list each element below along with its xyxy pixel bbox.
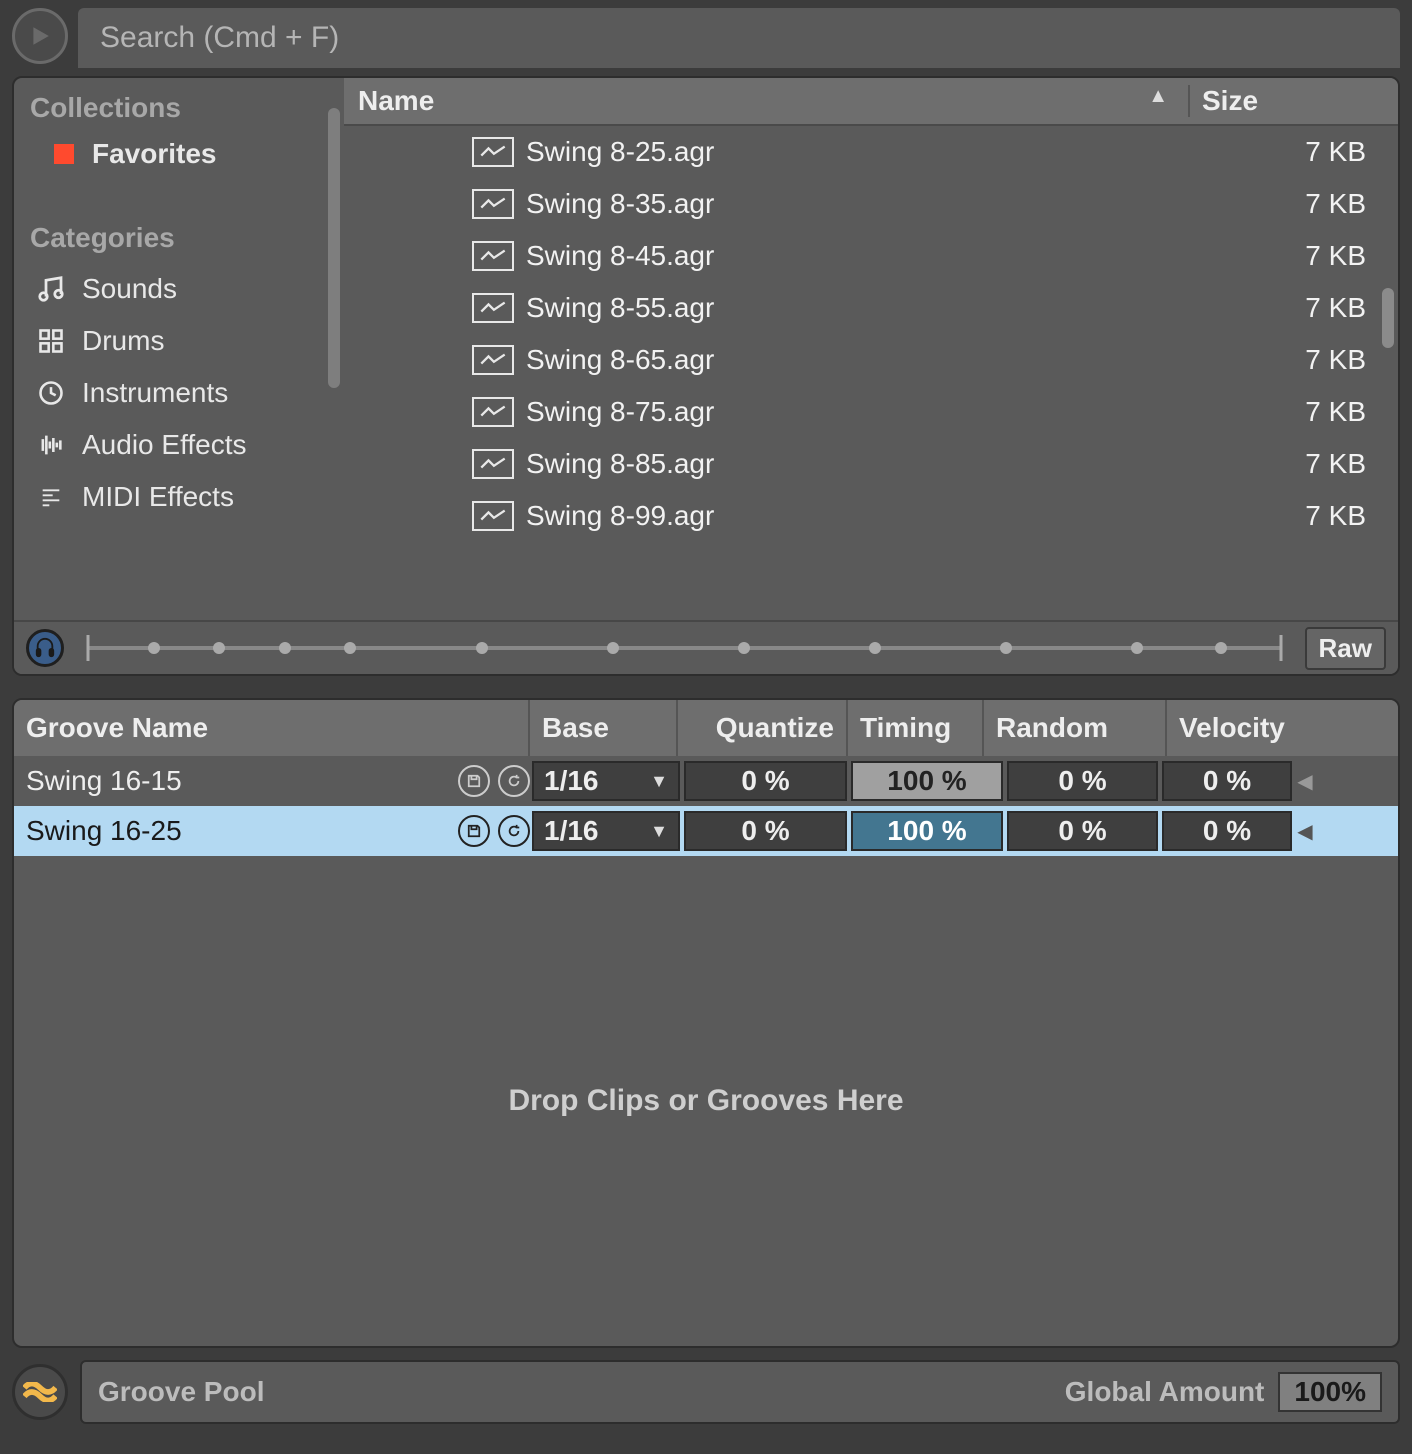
preview-play-button[interactable] — [12, 8, 68, 64]
groove-row[interactable]: Swing 16-151/160 %100 %0 %0 %◀ — [14, 756, 1398, 806]
raw-toggle[interactable]: Raw — [1305, 627, 1386, 670]
groove-timing-value[interactable]: 100 % — [851, 811, 1003, 851]
file-name: Swing 8-35.agr — [526, 188, 1218, 220]
groove-file-icon — [472, 501, 514, 531]
file-size: 7 KB — [1218, 136, 1398, 168]
file-size: 7 KB — [1218, 188, 1398, 220]
groove-random-value[interactable]: 0 % — [1007, 811, 1158, 851]
preview-bar: Raw — [14, 620, 1398, 674]
file-size: 7 KB — [1218, 448, 1398, 480]
browser-sidebar: Collections Favorites Categories Sounds — [14, 78, 344, 620]
groove-pool-title: Groove Pool — [98, 1376, 264, 1408]
groove-col-base[interactable]: Base — [530, 700, 678, 756]
file-row[interactable]: Swing 8-35.agr7 KB — [344, 178, 1398, 230]
filelist-scrollbar[interactable] — [1382, 288, 1394, 348]
global-amount-value[interactable]: 100% — [1278, 1372, 1382, 1412]
groove-file-icon — [472, 241, 514, 271]
groove-col-quantize[interactable]: Quantize — [678, 700, 848, 756]
groove-pool-toggle[interactable] — [12, 1364, 68, 1420]
groove-file-icon — [472, 397, 514, 427]
file-size: 7 KB — [1218, 292, 1398, 324]
file-name: Swing 8-45.agr — [526, 240, 1218, 272]
groove-base-select[interactable]: 1/16 — [532, 761, 680, 801]
file-row[interactable]: Swing 8-65.agr7 KB — [344, 334, 1398, 386]
groove-col-velocity[interactable]: Velocity — [1167, 700, 1321, 756]
file-row[interactable]: Swing 8-75.agr7 KB — [344, 386, 1398, 438]
clock-icon — [34, 376, 68, 410]
column-name-header[interactable]: Name — [344, 85, 1188, 117]
global-amount-label: Global Amount — [1065, 1376, 1265, 1408]
favorites-label: Favorites — [92, 138, 217, 170]
collection-favorites[interactable]: Favorites — [30, 130, 344, 178]
groove-row[interactable]: Swing 16-251/160 %100 %0 %0 %◀ — [14, 806, 1398, 856]
waveform-icon — [34, 428, 68, 462]
category-sounds[interactable]: Sounds — [30, 266, 344, 312]
groove-col-timing[interactable]: Timing — [848, 700, 984, 756]
groove-file-icon — [472, 189, 514, 219]
groove-name: Swing 16-25 — [26, 815, 450, 847]
groove-file-icon — [472, 345, 514, 375]
preview-headphones-button[interactable] — [26, 629, 64, 667]
browser-panel: Collections Favorites Categories Sounds — [12, 76, 1400, 676]
search-input[interactable] — [78, 8, 1400, 68]
preview-scrubber[interactable] — [88, 646, 1281, 650]
row-expand-arrow[interactable]: ◀ — [1292, 769, 1318, 794]
groove-col-random[interactable]: Random — [984, 700, 1167, 756]
category-midi-effects[interactable]: MIDI Effects — [30, 474, 344, 520]
file-row[interactable]: Swing 8-99.agr7 KB — [344, 490, 1398, 542]
category-label: Instruments — [82, 377, 228, 409]
category-audio-effects[interactable]: Audio Effects — [30, 422, 344, 468]
groove-base-select[interactable]: 1/16 — [532, 811, 680, 851]
groove-drop-zone[interactable]: Drop Clips or Grooves Here — [14, 856, 1398, 1346]
column-size-header[interactable]: Size — [1188, 85, 1368, 117]
groove-file-icon — [472, 137, 514, 167]
file-row[interactable]: Swing 8-85.agr7 KB — [344, 438, 1398, 490]
file-name: Swing 8-65.agr — [526, 344, 1218, 376]
file-row[interactable]: Swing 8-55.agr7 KB — [344, 282, 1398, 334]
categories-header: Categories — [30, 218, 344, 260]
file-row[interactable]: Swing 8-25.agr7 KB — [344, 126, 1398, 178]
groove-pool-footer: Groove Pool Global Amount 100% — [80, 1360, 1400, 1424]
groove-file-icon — [472, 449, 514, 479]
file-name: Swing 8-55.agr — [526, 292, 1218, 324]
category-label: Drums — [82, 325, 164, 357]
file-size: 7 KB — [1218, 344, 1398, 376]
groove-velocity-value[interactable]: 0 % — [1162, 761, 1292, 801]
refresh-groove-button[interactable] — [498, 815, 530, 847]
groove-quantize-value[interactable]: 0 % — [684, 761, 847, 801]
favorites-color-swatch — [54, 144, 74, 164]
file-size: 7 KB — [1218, 240, 1398, 272]
midi-lines-icon — [34, 480, 68, 514]
groove-random-value[interactable]: 0 % — [1007, 761, 1158, 801]
category-drums[interactable]: Drums — [30, 318, 344, 364]
category-label: Audio Effects — [82, 429, 246, 461]
sidebar-scrollbar[interactable] — [328, 108, 340, 388]
file-name: Swing 8-85.agr — [526, 448, 1218, 480]
groove-timing-value[interactable]: 100 % — [851, 761, 1003, 801]
save-groove-button[interactable] — [458, 815, 490, 847]
file-size: 7 KB — [1218, 396, 1398, 428]
file-name: Swing 8-99.agr — [526, 500, 1218, 532]
groove-quantize-value[interactable]: 0 % — [684, 811, 847, 851]
drum-pads-icon — [34, 324, 68, 358]
file-name: Swing 8-25.agr — [526, 136, 1218, 168]
file-name: Swing 8-75.agr — [526, 396, 1218, 428]
collections-header: Collections — [30, 88, 344, 130]
file-row[interactable]: Swing 8-45.agr7 KB — [344, 230, 1398, 282]
category-label: MIDI Effects — [82, 481, 234, 513]
groove-pool-panel: Groove Name Base Quantize Timing Random … — [12, 698, 1400, 1348]
groove-col-name[interactable]: Groove Name — [14, 700, 530, 756]
file-size: 7 KB — [1218, 500, 1398, 532]
music-note-icon — [34, 272, 68, 306]
row-expand-arrow[interactable]: ◀ — [1292, 819, 1318, 844]
save-groove-button[interactable] — [458, 765, 490, 797]
groove-file-icon — [472, 293, 514, 323]
groove-name: Swing 16-15 — [26, 765, 450, 797]
file-list: Name Size Swing 8-25.agr7 KBSwing 8-35.a… — [344, 78, 1398, 620]
refresh-groove-button[interactable] — [498, 765, 530, 797]
category-instruments[interactable]: Instruments — [30, 370, 344, 416]
groove-velocity-value[interactable]: 0 % — [1162, 811, 1292, 851]
category-label: Sounds — [82, 273, 177, 305]
